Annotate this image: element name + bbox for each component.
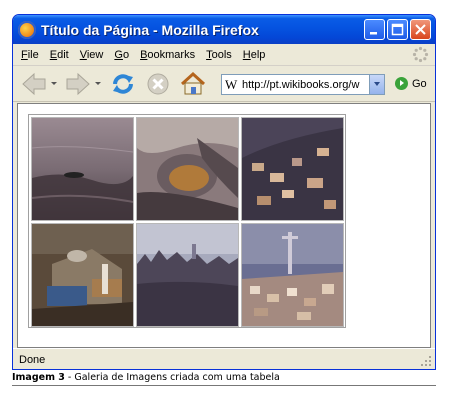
url-input[interactable]: http://pt.wikibooks.org/w bbox=[242, 79, 359, 91]
menu-bar: File Edit View Go Bookmarks Tools Help bbox=[13, 44, 435, 66]
menu-bookmarks[interactable]: Bookmarks bbox=[140, 49, 195, 61]
wikibooks-favicon: W bbox=[225, 76, 238, 92]
go-arrow-icon bbox=[395, 77, 408, 90]
caption-text: - Galeria de Imagens criada com uma tabe… bbox=[64, 372, 280, 383]
url-dropdown-button[interactable] bbox=[369, 75, 384, 94]
throbber-icon bbox=[412, 46, 429, 63]
firefox-icon bbox=[18, 20, 36, 39]
forward-arrow-icon[interactable] bbox=[65, 72, 91, 96]
resize-grip-icon[interactable] bbox=[420, 355, 432, 367]
caption-label: Imagem 3 bbox=[12, 372, 65, 383]
menu-go[interactable]: Go bbox=[114, 49, 129, 61]
window-title: Título da Página - Mozilla Firefox bbox=[41, 21, 259, 38]
maximize-button[interactable] bbox=[387, 19, 408, 40]
window-controls bbox=[364, 19, 431, 40]
gallery-photo-forest-skyline bbox=[136, 223, 239, 327]
back-arrow-icon[interactable] bbox=[21, 72, 47, 96]
address-bar[interactable]: W http://pt.wikibooks.org/w bbox=[221, 74, 385, 95]
minimize-icon bbox=[370, 32, 377, 35]
caption-divider bbox=[12, 385, 436, 386]
figure-caption: Imagem 3 - Galeria de Imagens criada com… bbox=[12, 372, 280, 383]
close-icon bbox=[415, 24, 426, 35]
menu-tools[interactable]: Tools bbox=[206, 49, 232, 61]
navigation-toolbar: W http://pt.wikibooks.org/w Go bbox=[13, 66, 435, 102]
menu-edit[interactable]: Edit bbox=[50, 49, 69, 61]
gallery-photo-water bbox=[31, 117, 134, 221]
status-bar: Done bbox=[13, 348, 435, 369]
reload-icon[interactable] bbox=[110, 72, 136, 96]
stop-icon[interactable] bbox=[145, 72, 171, 96]
back-dropdown-icon[interactable] bbox=[51, 82, 57, 85]
gallery-photo-hilltown bbox=[241, 117, 344, 221]
gallery-photo-observatory bbox=[31, 223, 134, 327]
menu-help[interactable]: Help bbox=[243, 49, 266, 61]
minimize-button[interactable] bbox=[364, 19, 385, 40]
page-content bbox=[17, 103, 431, 348]
menu-file[interactable]: File bbox=[21, 49, 39, 61]
home-icon[interactable] bbox=[179, 72, 207, 96]
gallery-photo-bay bbox=[136, 117, 239, 221]
browser-window: Título da Página - Mozilla Firefox File … bbox=[12, 14, 436, 370]
go-label: Go bbox=[412, 77, 427, 90]
title-bar[interactable]: Título da Página - Mozilla Firefox bbox=[13, 15, 435, 44]
status-text: Done bbox=[19, 353, 46, 366]
close-button[interactable] bbox=[410, 19, 431, 40]
maximize-icon bbox=[391, 23, 404, 36]
menu-view[interactable]: View bbox=[80, 49, 104, 61]
go-button[interactable]: Go bbox=[395, 77, 427, 90]
forward-dropdown-icon[interactable] bbox=[95, 82, 101, 85]
image-gallery-table bbox=[28, 114, 346, 328]
gallery-photo-city-monument bbox=[241, 223, 344, 327]
